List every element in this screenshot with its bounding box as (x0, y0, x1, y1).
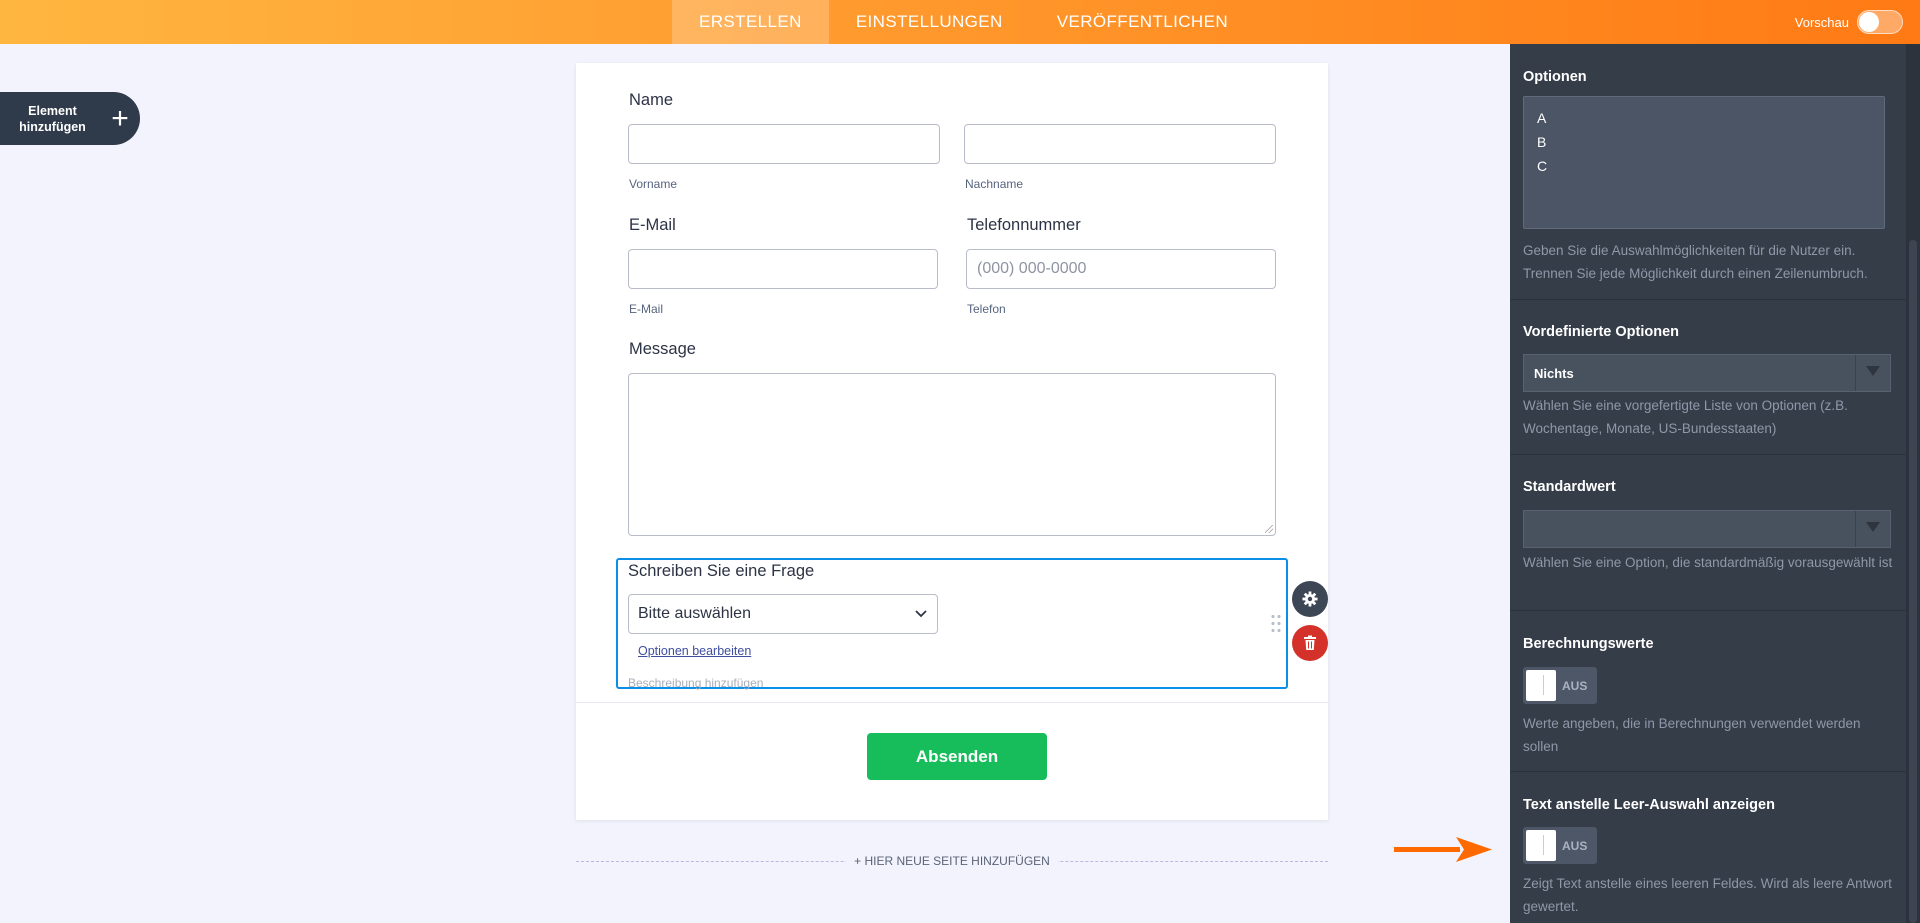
message-textarea-wrap (628, 373, 1276, 536)
field-settings-button[interactable] (1292, 581, 1328, 617)
drag-handle-icon[interactable] (1270, 613, 1282, 633)
email-sublabel: E-Mail (629, 302, 664, 316)
default-value-description: Wählen Sie eine Option, die standardmäßi… (1523, 555, 1893, 570)
empty-option-text-title: Text anstelle Leer-Auswahl anzeigen (1523, 797, 1775, 813)
pointer-arrow-icon (1394, 837, 1492, 862)
predefined-options-title: Vordefinierte Optionen (1523, 324, 1680, 340)
toggle-knob (1526, 830, 1556, 861)
phone-label: Telefonnummer (967, 216, 1081, 234)
toggle-state-label: AUS (1562, 839, 1588, 853)
add-element-label-line2: hinzufügen (19, 119, 86, 134)
message-textarea[interactable] (628, 373, 1276, 536)
calculation-values-title: Berechnungswerte (1523, 636, 1654, 652)
tab-veroeffentlichen[interactable]: VERÖFFENTLICHEN (1030, 0, 1255, 44)
add-new-page-label[interactable]: + HIER NEUE SEITE HINZUFÜGEN (846, 854, 1058, 868)
predefined-options-select[interactable]: Nichts (1523, 354, 1891, 392)
empty-option-text-section: Text anstelle Leer-Auswahl anzeigen AUS … (1510, 772, 1906, 923)
last-name-sublabel: Nachname (965, 177, 1024, 191)
panel-scrollbar[interactable] (1906, 44, 1920, 923)
phone-input[interactable] (966, 249, 1276, 289)
option-line: C (1537, 158, 1548, 174)
caret-down-icon (1866, 366, 1880, 376)
dropdown-select[interactable]: Bitte auswählen (628, 594, 938, 634)
email-input[interactable] (628, 249, 938, 289)
top-bar: ERSTELLEN EINSTELLUNGEN VERÖFFENTLICHEN … (0, 0, 1920, 44)
phone-sublabel: Telefon (967, 302, 1006, 316)
preview-control: Vorschau (1795, 10, 1903, 34)
panel-scrollbar-thumb[interactable] (1909, 240, 1917, 923)
properties-panel: Optionen A B C Geben Sie die Auswahlmögl… (1510, 44, 1920, 923)
add-element-button[interactable]: Element hinzufügen + (0, 92, 140, 145)
calculation-values-description: Werte angeben, die in Berechnungen verwe… (1523, 716, 1861, 754)
add-new-page[interactable]: + HIER NEUE SEITE HINZUFÜGEN (576, 853, 1328, 869)
tab-erstellen[interactable]: ERSTELLEN (672, 0, 829, 44)
builder-tabs: ERSTELLEN EINSTELLUNGEN VERÖFFENTLICHEN (672, 0, 1255, 44)
empty-option-text-toggle[interactable]: AUS (1523, 827, 1597, 864)
dropdown-question-field[interactable]: Schreiben Sie eine Frage Bitte auswählen… (616, 558, 1288, 690)
predefined-options-description: Wählen Sie eine vorgefertigte Liste von … (1523, 398, 1848, 436)
delete-field-button[interactable] (1292, 625, 1328, 661)
option-line: B (1537, 134, 1547, 150)
resize-grip-icon[interactable] (1265, 525, 1273, 533)
calculation-values-toggle[interactable]: AUS (1523, 667, 1597, 704)
first-name-input[interactable] (628, 124, 940, 164)
calculation-values-section: Berechnungswerte AUS Werte angeben, die … (1510, 611, 1906, 772)
options-title: Optionen (1523, 69, 1587, 85)
toggle-knob (1526, 670, 1556, 701)
edit-options-link[interactable]: Optionen bearbeiten (638, 644, 751, 658)
add-description-link[interactable]: Beschreibung hinzufügen (628, 676, 763, 690)
form-card: Name Vorname Nachname E-Mail E-Mail Tele… (576, 63, 1328, 820)
add-element-label-line1: Element (28, 103, 77, 118)
trash-icon (1304, 635, 1316, 650)
select-separator (1855, 355, 1856, 391)
question-label[interactable]: Schreiben Sie eine Frage (628, 562, 814, 581)
preview-toggle-knob (1859, 12, 1879, 32)
options-description: Geben Sie die Auswahlmöglichkeiten für d… (1523, 243, 1868, 281)
submit-button[interactable]: Absenden (867, 733, 1047, 780)
first-name-sublabel: Vorname (629, 177, 678, 191)
gear-icon (1302, 591, 1318, 607)
add-element-label: Element hinzufügen (0, 103, 105, 135)
preview-label: Vorschau (1794, 14, 1849, 30)
dropdown-select-value: Bitte auswählen (638, 605, 751, 622)
default-value-section: Standardwert Wählen Sie eine Option, die… (1510, 455, 1906, 611)
caret-down-icon (1866, 522, 1880, 532)
tab-einstellungen[interactable]: EINSTELLUNGEN (829, 0, 1030, 44)
chevron-down-icon (915, 595, 927, 647)
form-divider (576, 702, 1328, 703)
last-name-input[interactable] (964, 124, 1276, 164)
preview-toggle[interactable] (1857, 10, 1903, 34)
empty-option-text-description: Zeigt Text anstelle eines leeren Feldes.… (1523, 876, 1892, 914)
predefined-options-section: Vordefinierte Optionen Nichts Wählen Sie… (1510, 300, 1906, 455)
add-new-page-label-wrap: + HIER NEUE SEITE HINZUFÜGEN (576, 854, 1328, 868)
options-section: Optionen A B C Geben Sie die Auswahlmögl… (1510, 44, 1906, 300)
default-value-title: Standardwert (1523, 479, 1616, 495)
name-label: Name (629, 91, 674, 109)
select-separator (1855, 511, 1856, 547)
toggle-state-label: AUS (1562, 679, 1588, 693)
predefined-options-value: Nichts (1534, 366, 1574, 381)
email-label: E-Mail (629, 216, 676, 234)
option-line: A (1537, 110, 1547, 126)
options-textarea[interactable]: A B C (1523, 96, 1885, 229)
default-value-select[interactable] (1523, 510, 1891, 548)
plus-icon: + (111, 101, 129, 135)
message-label: Message (629, 340, 696, 358)
